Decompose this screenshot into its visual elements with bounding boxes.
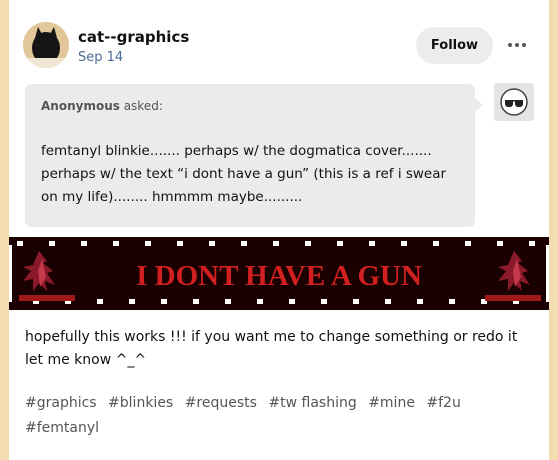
tag-graphics[interactable]: #graphics [25,395,97,411]
asked-suffix: asked: [119,99,163,113]
tag-mine[interactable]: #mine [368,395,415,411]
ask-question-text: femtanyl blinkie....... perhaps w/ the d… [41,143,447,205]
ask-bubble-tail [474,97,483,113]
more-dots-icon[interactable] [506,36,528,54]
tag-femtanyl[interactable]: #femtanyl [25,420,99,436]
blog-username[interactable]: cat--graphics [78,28,189,46]
anonymous-avatar [494,83,534,121]
answer-text: hopefully this works !!! if you want me … [25,329,518,368]
tag-f2u[interactable]: #f2u [426,395,460,411]
tag-requests[interactable]: #requests [185,395,257,411]
tag-tw-flashing[interactable]: #tw flashing [268,395,356,411]
asker-name: Anonymous [41,99,120,113]
tag-list: #graphics #blinkies #requests #tw flashi… [25,391,530,441]
blog-avatar[interactable] [23,22,69,68]
tag-blinkies[interactable]: #blinkies [108,395,173,411]
blinkie-image[interactable]: I DONT HAVE A GUN [9,237,549,310]
follow-button[interactable]: Follow [416,27,493,64]
post-date[interactable]: Sep 14 [78,50,123,65]
blinkie-text: I DONT HAVE A GUN [136,260,422,292]
asked-line: Anonymous asked: [41,99,163,113]
